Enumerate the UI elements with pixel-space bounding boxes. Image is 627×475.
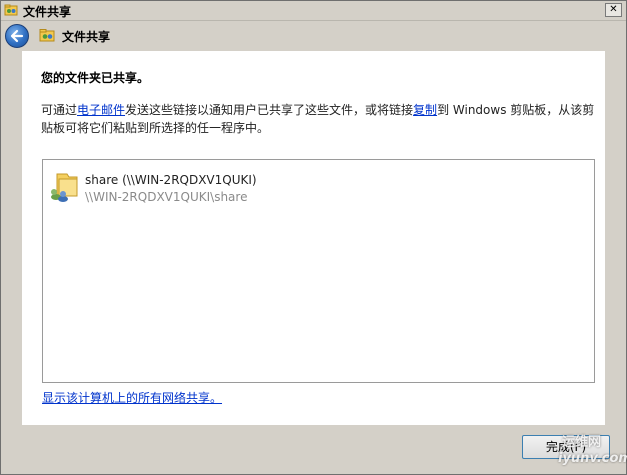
back-arrow-icon (10, 29, 24, 43)
page-title: 文件共享 (62, 30, 111, 44)
navigation-bar: 文件共享 (1, 21, 626, 51)
close-button[interactable]: ✕ (605, 3, 622, 17)
file-sharing-window: 文件共享 ✕ 文件共享 您的文件夹已共享。 可通过电子邮件发送这些链接以通知用户… (0, 0, 627, 475)
bottom-bar: 完成(F) (1, 425, 626, 474)
list-item[interactable]: share (\\WIN-2RQDXV1QUKI) \\WIN-2RQDXV1Q… (47, 170, 347, 206)
copy-link[interactable]: 复制 (413, 103, 437, 117)
success-heading: 您的文件夹已共享。 (41, 71, 150, 85)
shared-folder-icon (47, 170, 81, 204)
share-path: \\WIN-2RQDXV1QUKI\share (85, 190, 248, 204)
desc-middle: 发送这些链接以通知用户已共享了这些文件，或将链接 (125, 103, 414, 117)
show-all-shares-link[interactable]: 显示该计算机上的所有网络共享。 (42, 389, 222, 406)
sharing-icon (4, 3, 18, 17)
desc-prefix: 可通过 (41, 103, 78, 117)
site-watermark: 运维网 iyunv.com (556, 431, 627, 471)
title-bar: 文件共享 ✕ (1, 1, 626, 21)
email-link[interactable]: 电子邮件 (77, 103, 125, 117)
back-button[interactable] (5, 24, 29, 48)
window-title: 文件共享 (23, 5, 72, 19)
watermark-bottom: iyunv.com (558, 451, 627, 466)
sharing-icon (39, 27, 55, 43)
share-name: share (\\WIN-2RQDXV1QUKI) (85, 173, 257, 187)
content-panel: 您的文件夹已共享。 可通过电子邮件发送这些链接以通知用户已共享了这些文件，或将链… (22, 51, 605, 425)
description-text: 可通过电子邮件发送这些链接以通知用户已共享了这些文件，或将链接复制到 Windo… (41, 101, 596, 137)
watermark-top: 运维网 (562, 435, 602, 450)
close-icon: ✕ (609, 4, 618, 15)
shared-items-list[interactable]: share (\\WIN-2RQDXV1QUKI) \\WIN-2RQDXV1Q… (42, 159, 595, 383)
